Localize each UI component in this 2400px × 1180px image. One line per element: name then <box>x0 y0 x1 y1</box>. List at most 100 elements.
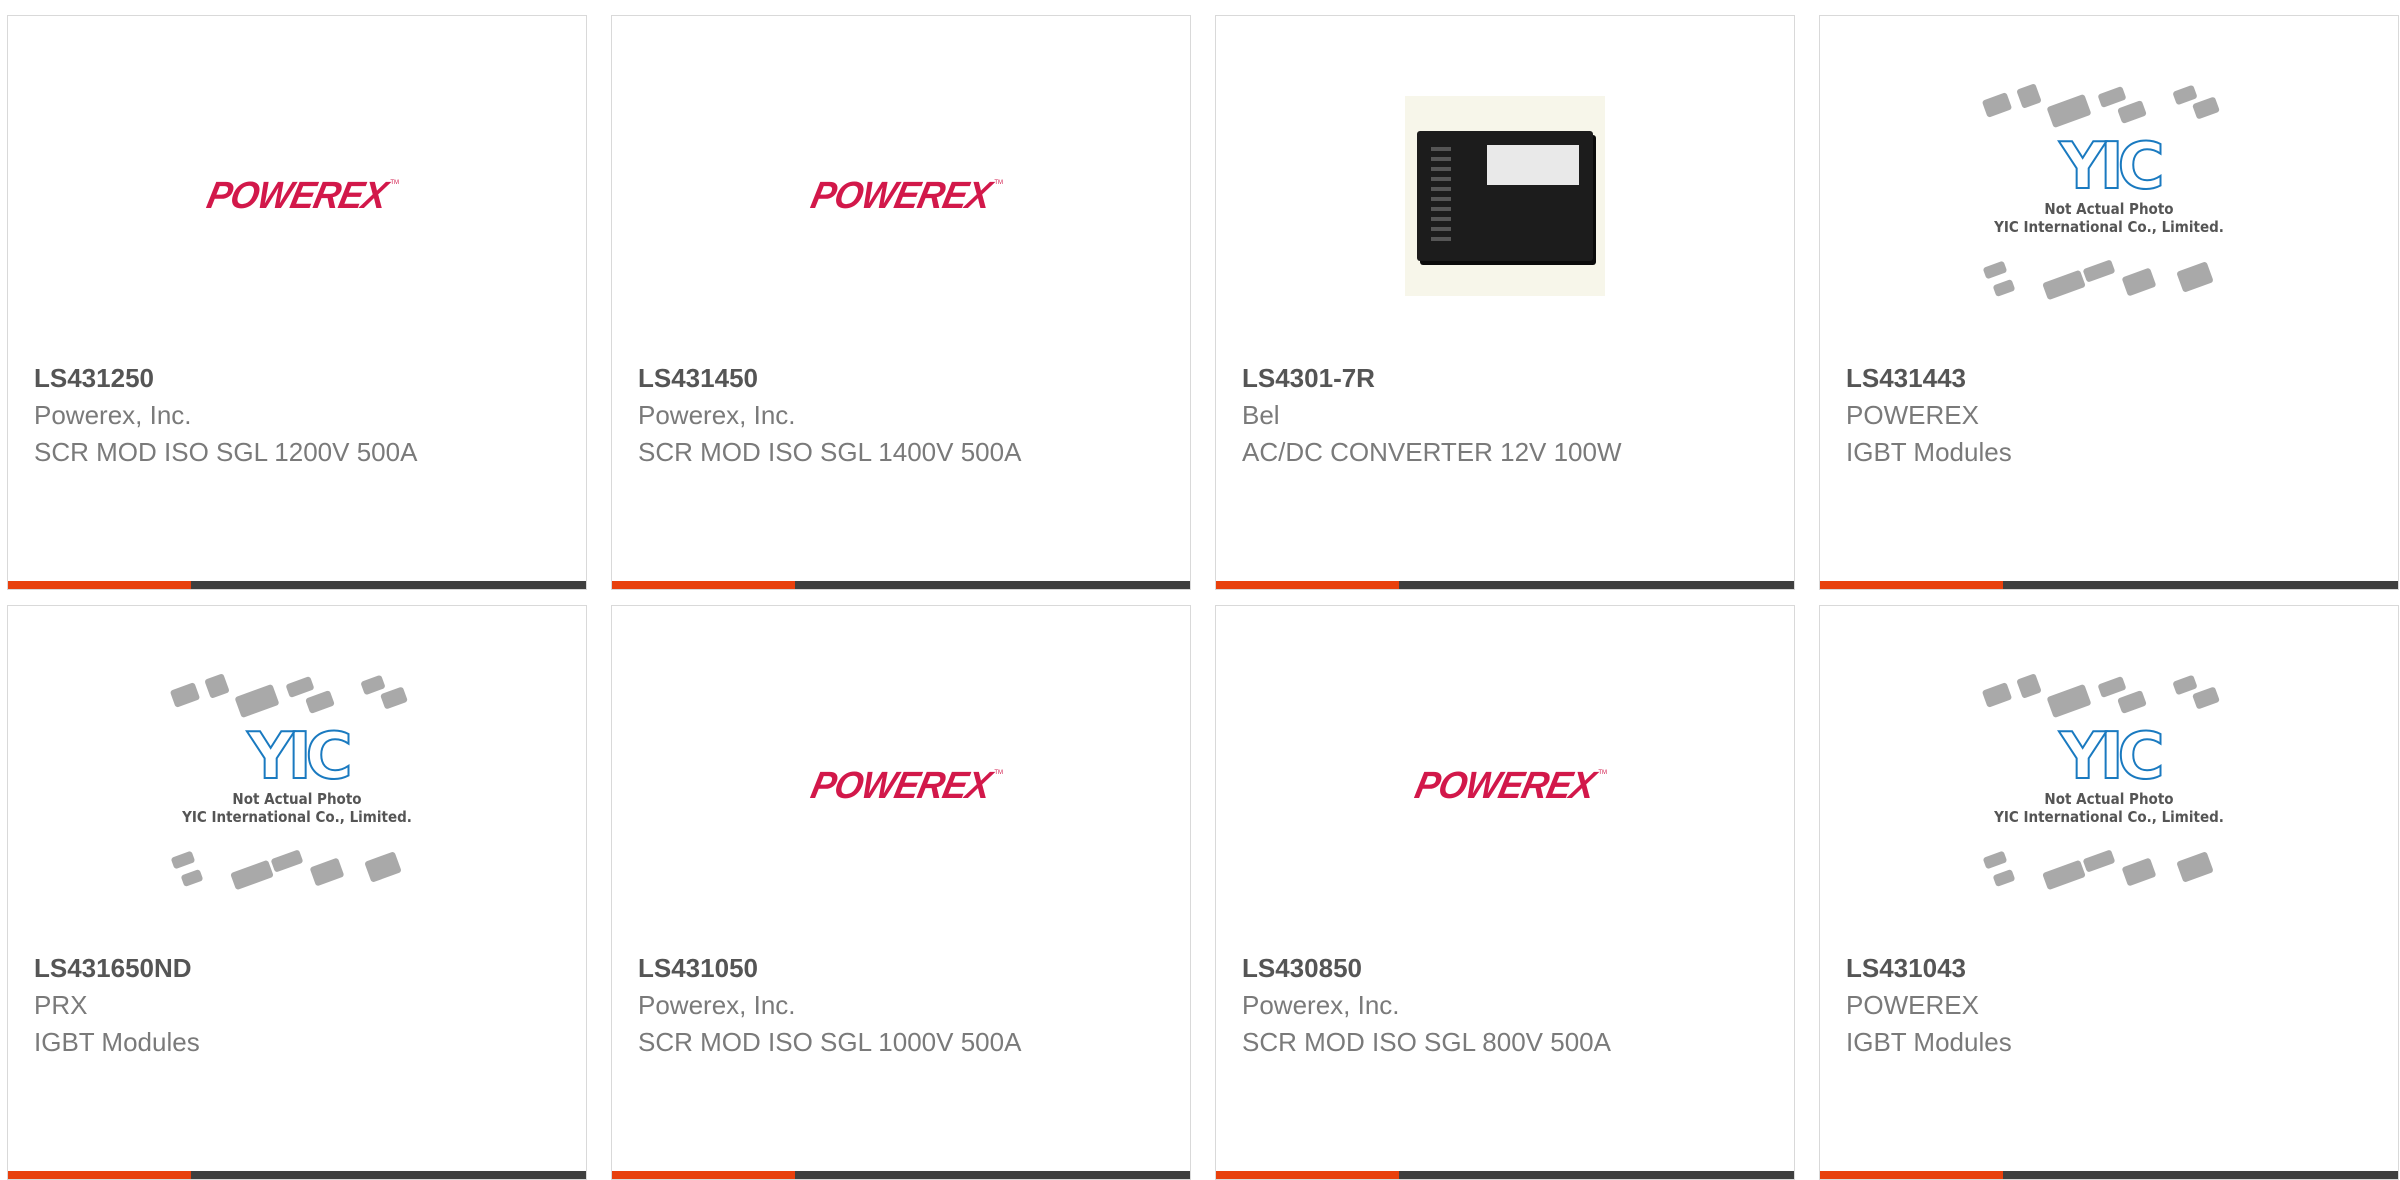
product-image[interactable]: YIC Not Actual Photo YIC International C… <box>8 636 586 936</box>
product-info: LS431450 Powerex, Inc. SCR MOD ISO SGL 1… <box>638 359 1170 471</box>
chip-icon <box>2082 849 2116 873</box>
part-number[interactable]: LS4301-7R <box>1242 359 1774 397</box>
powerex-logo: POWEREX TM <box>203 174 399 217</box>
card-bottom-bar <box>1820 581 2398 589</box>
product-card[interactable]: POWEREX TM LS431450 Powerex, Inc. SCR MOD… <box>611 15 1191 590</box>
chip-icon <box>2191 686 2221 710</box>
part-number[interactable]: LS431650ND <box>34 949 566 987</box>
manufacturer: Powerex, Inc. <box>638 990 796 1020</box>
part-number[interactable]: LS431050 <box>638 949 1170 987</box>
chip-icon <box>169 682 201 708</box>
manufacturer: Powerex, Inc. <box>34 400 192 430</box>
placeholder-company: YIC International Co., Limited. <box>1994 808 2224 826</box>
manufacturer: POWEREX <box>1846 990 1979 1020</box>
product-image[interactable]: YIC Not Actual Photo YIC International C… <box>1820 46 2398 346</box>
description: SCR MOD ISO SGL 1200V 500A <box>34 437 418 467</box>
product-card[interactable]: POWEREX TM LS430850 Powerex, Inc. SCR MOD… <box>1215 605 1795 1180</box>
chip-icon <box>170 850 196 870</box>
product-image[interactable] <box>1216 46 1794 346</box>
chip-icon <box>1982 260 2008 280</box>
chip-icon <box>2046 93 2092 129</box>
product-info: LS4301-7R Bel AC/DC CONVERTER 12V 100W <box>1242 359 1774 471</box>
description: SCR MOD ISO SGL 1400V 500A <box>638 437 1022 467</box>
description: SCR MOD ISO SGL 1000V 500A <box>638 1027 1022 1057</box>
part-number[interactable]: LS431250 <box>34 359 566 397</box>
placeholder-caption: Not Actual Photo <box>232 790 362 808</box>
placeholder-company: YIC International Co., Limited. <box>182 808 412 826</box>
product-image[interactable]: POWEREX TM <box>612 46 1190 346</box>
placeholder-caption: Not Actual Photo <box>2044 200 2174 218</box>
description: IGBT Modules <box>1846 1027 2012 1057</box>
yic-placeholder: YIC Not Actual Photo YIC International C… <box>1974 76 2244 316</box>
yic-logo: YIC <box>2058 720 2165 794</box>
description: IGBT Modules <box>1846 437 2012 467</box>
card-accent <box>1820 581 2003 589</box>
chip-icon <box>270 849 304 873</box>
product-card[interactable]: YIC Not Actual Photo YIC International C… <box>7 605 587 1180</box>
chip-icon <box>2016 83 2042 109</box>
product-image[interactable]: POWEREX TM <box>612 636 1190 936</box>
powerex-logo: POWEREX TM <box>807 764 1003 807</box>
product-card[interactable]: POWEREX TM LS431050 Powerex, Inc. SCR MOD… <box>611 605 1191 1180</box>
card-bottom-bar <box>1820 1171 2398 1179</box>
chip-icon <box>2097 675 2127 699</box>
part-number[interactable]: LS430850 <box>1242 949 1774 987</box>
card-bottom-bar <box>8 581 586 589</box>
chip-icon <box>285 675 315 699</box>
chip-icon <box>379 686 409 710</box>
chip-icon <box>2176 851 2214 883</box>
chip-icon <box>2172 84 2198 106</box>
product-card[interactable]: POWEREX TM LS431250 Powerex, Inc. SCR MOD… <box>7 15 587 590</box>
chip-icon <box>360 674 386 696</box>
part-number[interactable]: LS431450 <box>638 359 1170 397</box>
chip-icon <box>180 868 204 888</box>
product-card[interactable]: YIC Not Actual Photo YIC International C… <box>1819 605 2399 1180</box>
card-accent <box>8 581 191 589</box>
card-accent <box>8 1171 191 1179</box>
product-info: LS431443 POWEREX IGBT Modules <box>1846 359 2378 471</box>
chip-icon <box>2046 683 2092 719</box>
part-number[interactable]: LS431043 <box>1846 949 2378 987</box>
chip-icon <box>2176 261 2214 293</box>
card-accent <box>1216 581 1399 589</box>
product-card[interactable]: YIC Not Actual Photo YIC International C… <box>1819 15 2399 590</box>
description: IGBT Modules <box>34 1027 200 1057</box>
product-image[interactable]: POWEREX TM <box>1216 636 1794 936</box>
product-info: LS430850 Powerex, Inc. SCR MOD ISO SGL 8… <box>1242 949 1774 1061</box>
chip-icon <box>204 673 230 699</box>
chip-icon <box>1981 92 2013 118</box>
product-image[interactable]: POWEREX TM <box>8 46 586 346</box>
product-grid: POWEREX TM LS431250 Powerex, Inc. SCR MOD… <box>7 15 2399 1180</box>
part-number[interactable]: LS431443 <box>1846 359 2378 397</box>
product-image[interactable]: YIC Not Actual Photo YIC International C… <box>1820 636 2398 936</box>
chip-icon <box>230 859 274 891</box>
manufacturer: Powerex, Inc. <box>638 400 796 430</box>
chip-icon <box>2172 674 2198 696</box>
chip-icon <box>2082 259 2116 283</box>
chip-icon <box>2042 859 2086 891</box>
description: AC/DC CONVERTER 12V 100W <box>1242 437 1622 467</box>
card-bottom-bar <box>1216 581 1794 589</box>
chip-icon <box>2117 690 2147 714</box>
placeholder-caption: Not Actual Photo <box>2044 790 2174 808</box>
chip-icon <box>2117 100 2147 124</box>
manufacturer: PRX <box>34 990 88 1020</box>
placeholder-company: YIC International Co., Limited. <box>1994 218 2224 236</box>
card-bottom-bar <box>8 1171 586 1179</box>
product-card[interactable]: LS4301-7R Bel AC/DC CONVERTER 12V 100W <box>1215 15 1795 590</box>
product-info: LS431043 POWEREX IGBT Modules <box>1846 949 2378 1061</box>
card-accent <box>1216 1171 1399 1179</box>
chip-icon <box>1982 850 2008 870</box>
yic-placeholder: YIC Not Actual Photo YIC International C… <box>1974 666 2244 906</box>
card-bottom-bar <box>1216 1171 1794 1179</box>
product-info: LS431650ND PRX IGBT Modules <box>34 949 566 1061</box>
manufacturer: POWEREX <box>1846 400 1979 430</box>
chip-icon <box>364 851 402 883</box>
chip-icon <box>1981 682 2013 708</box>
yic-logo: YIC <box>2058 130 2165 204</box>
card-bottom-bar <box>612 581 1190 589</box>
chip-icon <box>1992 278 2016 298</box>
card-accent <box>612 581 795 589</box>
chip-icon <box>2121 267 2157 297</box>
card-accent <box>612 1171 795 1179</box>
